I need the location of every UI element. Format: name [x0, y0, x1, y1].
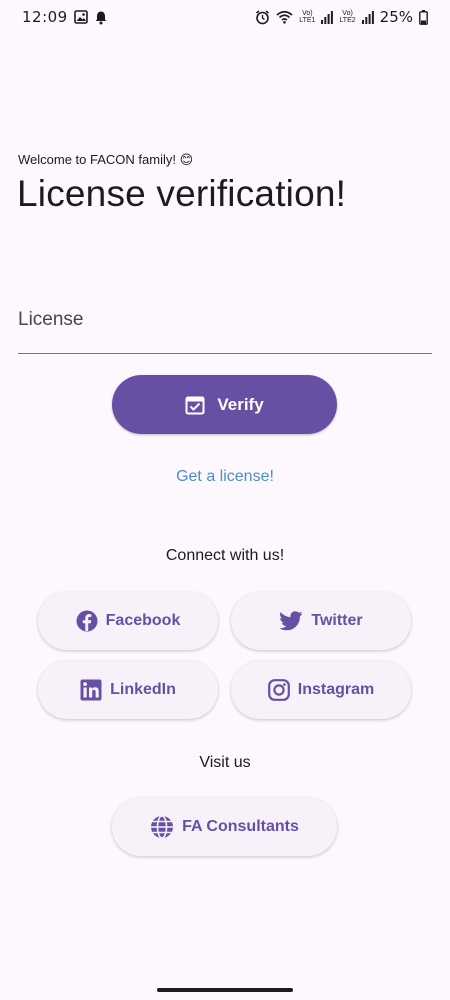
facebook-icon [76, 610, 98, 632]
status-bar-right: Vo) LTE1 Vo) LTE2 25% [255, 8, 428, 26]
battery-percent: 25% [379, 8, 413, 26]
connect-heading: Connect with us! [165, 547, 285, 564]
linkedin-button-label: LinkedIn [110, 681, 176, 698]
lte1-label: LTE1 [299, 17, 316, 24]
volte2-indicator: Vo) LTE2 [339, 10, 355, 24]
fa-consultants-button[interactable]: FA Consultants [112, 798, 337, 856]
check-box-icon [185, 395, 205, 415]
wifi-icon [276, 10, 293, 24]
visit-heading: Visit us [199, 754, 251, 771]
bell-notification-icon [94, 10, 108, 25]
facebook-button-label: Facebook [105, 612, 181, 629]
fa-consultants-label: FA Consultants [182, 818, 299, 835]
alarm-icon [255, 9, 270, 25]
linkedin-icon [80, 679, 102, 701]
license-field[interactable] [18, 300, 432, 354]
home-indicator[interactable] [157, 988, 293, 992]
status-bar-left: 12:09 [22, 8, 108, 26]
status-bar: 12:09 Vo) LTE1 Vo) LTE2 25% [0, 0, 450, 34]
twitter-icon [279, 611, 303, 631]
linkedin-button[interactable]: LinkedIn [38, 661, 218, 719]
lte2-label: LTE2 [339, 17, 356, 24]
instagram-button-label: Instagram [297, 681, 375, 698]
signal-2-icon [361, 10, 374, 24]
welcome-text: Welcome to FACON family! 😊 [18, 152, 194, 167]
instagram-button[interactable]: Instagram [231, 661, 411, 719]
battery-icon [419, 9, 428, 25]
twitter-button-label: Twitter [311, 612, 363, 629]
volte1-label: Vo) [302, 10, 313, 17]
signal-1-icon [321, 10, 334, 24]
verify-button[interactable]: Verify [112, 375, 337, 434]
license-input[interactable] [18, 300, 432, 340]
globe-icon [150, 815, 174, 839]
get-license-link[interactable]: Get a license! [0, 468, 450, 486]
facebook-button[interactable]: Facebook [38, 592, 218, 650]
volte1-indicator: Vo) LTE1 [299, 10, 315, 24]
status-time: 12:09 [22, 8, 68, 26]
verify-button-label: Verify [217, 394, 264, 414]
image-notification-icon [73, 10, 88, 24]
instagram-icon [267, 679, 290, 701]
page-title: License verification! [17, 173, 347, 214]
volte2-label: Vo) [342, 10, 353, 17]
twitter-button[interactable]: Twitter [231, 592, 411, 650]
